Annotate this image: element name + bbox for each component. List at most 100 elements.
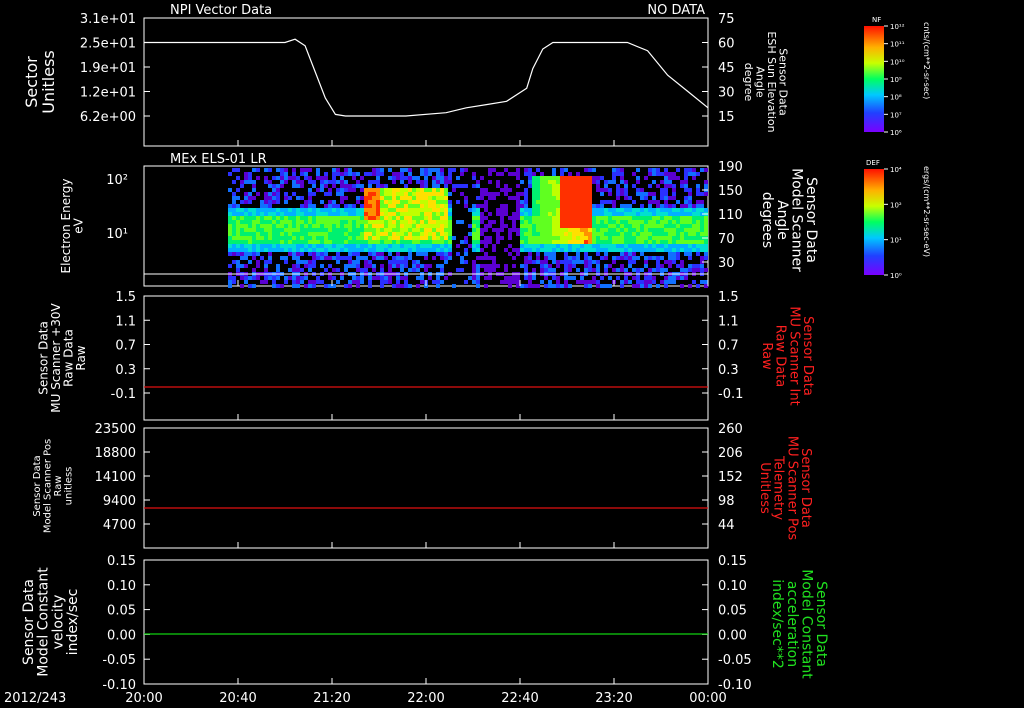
spectrogram-cell xyxy=(640,248,644,252)
spectrogram-cell xyxy=(512,196,516,200)
spectrogram-cell xyxy=(340,200,344,204)
spectrogram-cell xyxy=(484,264,488,268)
spectrogram-cell xyxy=(600,228,604,232)
spectrogram-cell xyxy=(428,276,432,280)
spectrogram-cell xyxy=(576,232,580,236)
panel1-y-tick-label: 6.2e+00 xyxy=(80,110,136,125)
spectrogram-cell xyxy=(392,200,396,204)
spectrogram-cell xyxy=(472,240,476,244)
spectrogram-cell xyxy=(328,284,332,288)
spectrogram-cell xyxy=(604,244,608,248)
spectrogram-cell xyxy=(624,216,628,220)
spectrogram-cell xyxy=(356,172,360,176)
spectrogram-cell xyxy=(560,196,564,200)
spectrogram-cell xyxy=(288,224,292,228)
axis-title: Electron EnergyeV xyxy=(59,178,86,273)
spectrogram-cell xyxy=(680,264,684,268)
spectrogram-cell xyxy=(528,224,532,228)
spectrogram-cell xyxy=(360,232,364,236)
spectrogram-cell xyxy=(432,204,436,208)
spectrogram-cell xyxy=(232,244,236,248)
spectrogram-cell xyxy=(576,252,580,256)
spectrogram-cell xyxy=(592,176,596,180)
spectrogram-cell xyxy=(372,236,376,240)
spectrogram-cell xyxy=(600,200,604,204)
spectrogram-cell xyxy=(236,196,240,200)
spectrogram-cell xyxy=(356,184,360,188)
spectrogram-cell xyxy=(612,240,616,244)
spectrogram-cell xyxy=(340,248,344,252)
spectrogram-cell xyxy=(324,208,328,212)
spectrogram-cell xyxy=(704,220,708,224)
spectrogram-cell xyxy=(480,248,484,252)
spectrogram-cell xyxy=(396,236,400,240)
spectrogram-cell xyxy=(408,228,412,232)
spectrogram-cell xyxy=(664,248,668,252)
spectrogram-cell xyxy=(568,204,572,208)
spectrogram-cell xyxy=(572,260,576,264)
spectrogram-cell xyxy=(336,208,340,212)
spectrogram-cell xyxy=(252,248,256,252)
spectrogram-cell xyxy=(640,268,644,272)
spectrogram-cell xyxy=(364,192,368,196)
spectrogram-cell xyxy=(384,224,388,228)
spectrogram-cell xyxy=(584,196,588,200)
spectrogram-cell xyxy=(588,256,592,260)
spectrogram-cell xyxy=(688,192,692,196)
spectrogram-cell xyxy=(576,204,580,208)
spectrogram-cell xyxy=(396,204,400,208)
spectrogram-cell xyxy=(476,196,480,200)
axis-title: Sensor Data Model Scanner Pos Raw unitless xyxy=(32,439,75,533)
spectrogram-cell xyxy=(448,220,452,224)
spectrogram-cell xyxy=(636,276,640,280)
spectrogram-cell xyxy=(692,244,696,248)
spectrogram-cell xyxy=(292,252,296,256)
spectrogram-cell xyxy=(596,224,600,228)
spectrogram-cell xyxy=(232,252,236,256)
spectrogram-cell xyxy=(388,280,392,284)
spectrogram-cell xyxy=(312,192,316,196)
spectrogram-cell xyxy=(252,180,256,184)
spectrogram-cell xyxy=(256,176,260,180)
spectrogram-cell xyxy=(544,188,548,192)
spectrogram-cell xyxy=(680,184,684,188)
spectrogram-cell xyxy=(680,276,684,280)
spectrogram-cell xyxy=(268,256,272,260)
colorbar2-ticks: 10⁴10²10¹10⁰ xyxy=(884,166,902,280)
spectrogram-cell xyxy=(588,284,592,288)
spectrogram-cell xyxy=(564,260,568,264)
spectrogram-cell xyxy=(416,244,420,248)
spectrogram-cell xyxy=(592,236,596,240)
spectrogram-cell xyxy=(588,168,592,172)
spectrogram-cell xyxy=(336,204,340,208)
spectrogram-cell xyxy=(504,248,508,252)
spectrogram-cell xyxy=(556,224,560,228)
spectrogram-cell xyxy=(296,212,300,216)
spectrogram-cell xyxy=(564,220,568,224)
spectrogram-cell xyxy=(580,176,584,180)
spectrogram-cell xyxy=(572,200,576,204)
spectrogram-cell xyxy=(524,232,528,236)
spectrogram-cell xyxy=(356,280,360,284)
spectrogram-cell xyxy=(432,224,436,228)
spectrogram-cell xyxy=(384,208,388,212)
spectrogram-cell xyxy=(300,232,304,236)
spectrogram-cell xyxy=(476,228,480,232)
spectrogram-cell xyxy=(704,228,708,232)
spectrogram-cell xyxy=(556,244,560,248)
spectrogram-cell xyxy=(380,280,384,284)
spectrogram-cell xyxy=(672,192,676,196)
spectrogram-cell xyxy=(292,176,296,180)
spectrogram-cell xyxy=(248,240,252,244)
spectrogram-cell xyxy=(512,228,516,232)
spectrogram-cell xyxy=(396,228,400,232)
spectrogram-cell xyxy=(228,204,232,208)
spectrogram-cell xyxy=(276,200,280,204)
spectrogram-cell xyxy=(440,188,444,192)
spectrogram-cell xyxy=(368,220,372,224)
spectrogram-cell xyxy=(588,236,592,240)
spectrogram-cell xyxy=(584,268,588,272)
spectrogram-cell xyxy=(644,248,648,252)
spectrogram-cell xyxy=(620,220,624,224)
spectrogram-cell xyxy=(296,232,300,236)
